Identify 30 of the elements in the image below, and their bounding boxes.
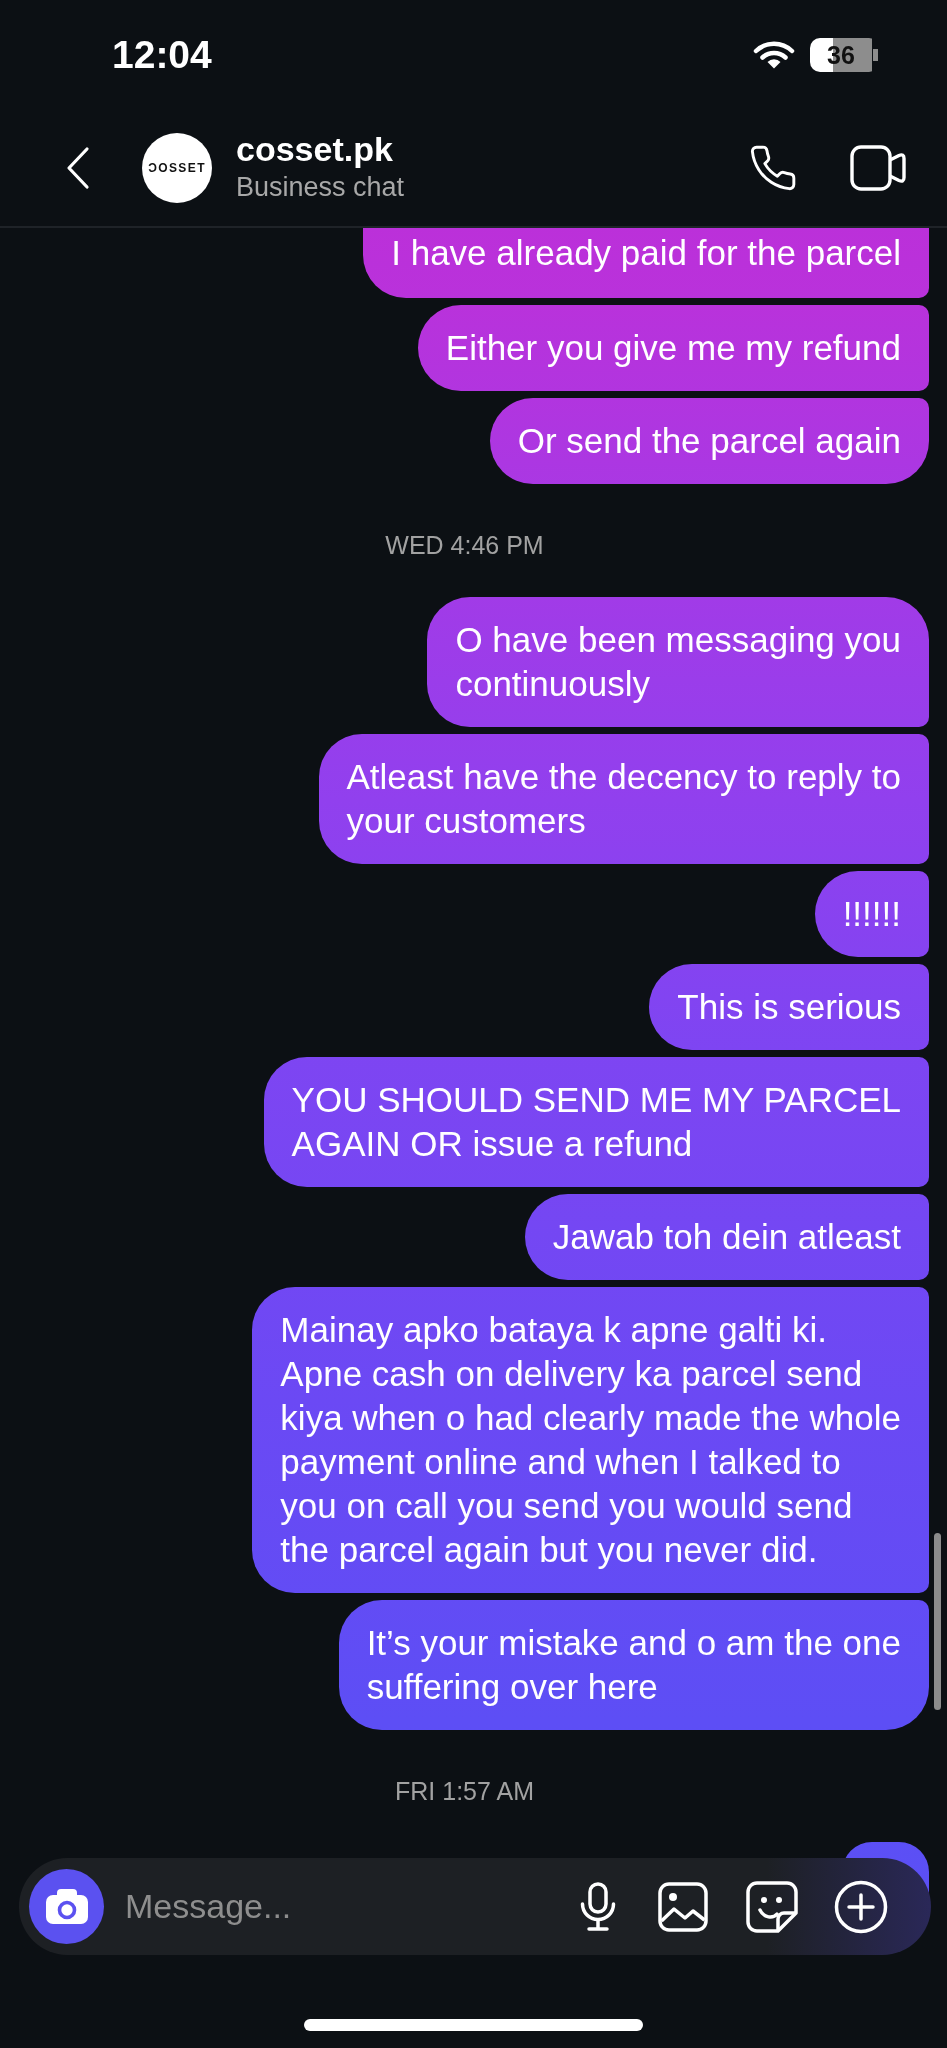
message-composer[interactable]: Message... bbox=[19, 1858, 931, 1955]
phone-icon[interactable] bbox=[748, 143, 798, 193]
message-bubble: Either you give me my refund bbox=[417, 305, 929, 391]
message-bubble: Or send the parcel again bbox=[489, 398, 929, 484]
contact-subtitle: Business chat bbox=[236, 171, 405, 204]
message-bubble: This is serious bbox=[649, 964, 929, 1050]
camera-icon bbox=[45, 1889, 88, 1924]
wifi-icon bbox=[753, 40, 795, 70]
avatar[interactable]: ƆOSSET bbox=[142, 133, 212, 203]
back-icon[interactable] bbox=[65, 146, 91, 190]
microphone-icon[interactable] bbox=[578, 1881, 618, 1932]
message-bubble: Atleast have the decency to reply to your customers bbox=[318, 734, 929, 864]
message-bubble: It’s your mistake and o am the one suffering over here bbox=[338, 1600, 929, 1730]
message-bubble: Jawab toh dein atleast bbox=[524, 1194, 929, 1280]
message-bubble: I have already paid for the parcel bbox=[363, 228, 929, 298]
avatar-logo-text: ƆOSSET bbox=[148, 161, 206, 175]
timestamp: FRI 1:57 AM bbox=[395, 1776, 534, 1806]
message-input[interactable]: Message... bbox=[125, 1884, 545, 1929]
message-bubble: !!!!!! bbox=[814, 871, 929, 957]
message-bubble: YOU SHOULD SEND ME MY PARCEL AGAIN OR issue a refund bbox=[263, 1057, 929, 1187]
status-time: 12:04 bbox=[112, 32, 212, 78]
contact-name: cosset.pk bbox=[236, 129, 394, 169]
sticker-icon[interactable] bbox=[746, 1880, 798, 1933]
camera-button[interactable] bbox=[29, 1869, 104, 1944]
message-bubble: O have been messaging you continuously bbox=[427, 597, 929, 727]
add-icon[interactable] bbox=[834, 1879, 888, 1934]
message-bubble: Mainay apko bataya k apne galti ki. Apne cash on delivery ka parcel send kiya when o had clearly made the whole payment online and when I talked to you on call you send you would send the parcel again but you never did. bbox=[252, 1287, 929, 1593]
video-camera-icon[interactable] bbox=[850, 145, 906, 191]
timestamp: WED 4:46 PM bbox=[385, 530, 544, 560]
image-icon[interactable] bbox=[658, 1881, 708, 1932]
